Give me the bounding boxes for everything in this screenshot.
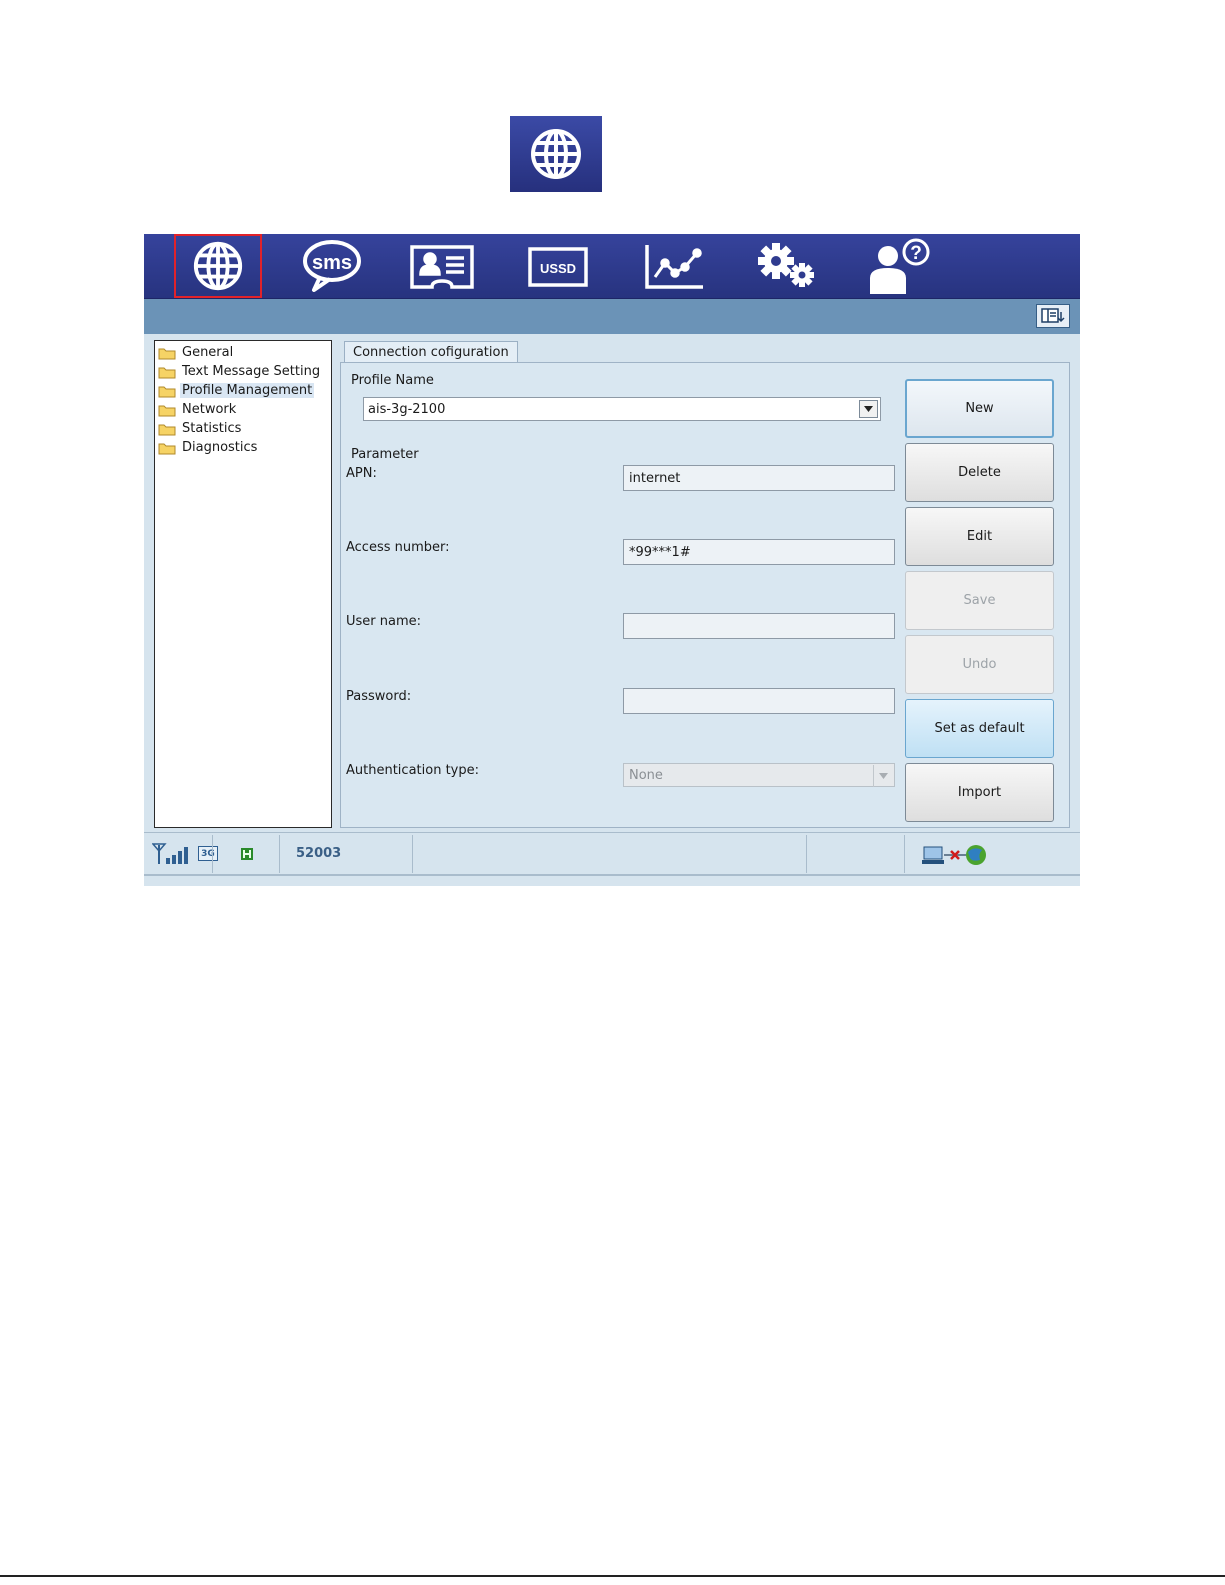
- tree-item-label: Profile Management: [180, 383, 315, 398]
- authentication-type-label: Authentication type:: [346, 763, 479, 778]
- help-icon: ?: [870, 238, 930, 294]
- chevron-down-icon: [873, 765, 893, 787]
- sms-icon-text: sms: [312, 252, 352, 274]
- access-number-input[interactable]: *99***1#: [623, 539, 895, 565]
- contacts-button[interactable]: [402, 234, 482, 298]
- statistics-button[interactable]: [634, 234, 714, 298]
- connection-config-panel: Profile Name ais-3g-2100 Parameter APN: …: [340, 362, 1070, 828]
- tree-item-label: Diagnostics: [182, 440, 258, 455]
- new-button[interactable]: New: [905, 379, 1054, 438]
- save-button[interactable]: Save: [905, 571, 1054, 630]
- folder-open-icon: [158, 386, 176, 397]
- status-bar: 3G 52003: [144, 832, 1080, 876]
- statistics-icon: [645, 245, 703, 289]
- apn-value: internet: [629, 470, 681, 486]
- svg-text:?: ?: [910, 243, 922, 264]
- tab-connection-configuration[interactable]: Connection cofiguration: [344, 341, 518, 363]
- network-type-badge: 3G: [198, 846, 218, 861]
- parameter-group-label: Parameter: [351, 447, 419, 462]
- globe-icon: [510, 116, 602, 192]
- ussd-button[interactable]: USSD: [518, 234, 598, 298]
- profile-name-group-label: Profile Name: [351, 373, 434, 388]
- settings-button[interactable]: [744, 234, 828, 298]
- ussd-icon-text: USSD: [540, 261, 576, 276]
- tree-item-profile-management[interactable]: Profile Management: [155, 381, 331, 400]
- sub-toolbar: [144, 299, 1080, 334]
- user-name-input[interactable]: [623, 613, 895, 639]
- ussd-icon: USSD: [528, 247, 588, 287]
- user-name-label: User name:: [346, 614, 422, 629]
- tree-item-text-message-setting[interactable]: Text Message Setting: [155, 362, 331, 381]
- delete-button[interactable]: Delete: [905, 443, 1054, 502]
- contacts-icon: [410, 245, 474, 289]
- password-label: Password:: [346, 689, 412, 704]
- profile-name-select[interactable]: ais-3g-2100: [363, 397, 881, 421]
- edit-button[interactable]: Edit: [905, 507, 1054, 566]
- access-number-value: *99***1#: [629, 544, 691, 560]
- password-input[interactable]: [623, 688, 895, 714]
- authentication-type-select[interactable]: None: [623, 763, 895, 787]
- minimize-view-button[interactable]: [1036, 304, 1070, 328]
- tree-item-statistics[interactable]: Statistics: [155, 419, 331, 438]
- folder-icon: [158, 405, 176, 416]
- internet-button[interactable]: [174, 234, 262, 298]
- settings-tree: General Text Message Setting Profile Man…: [154, 340, 332, 828]
- globe-icon: [193, 241, 243, 291]
- tree-item-label: Text Message Setting: [182, 364, 321, 379]
- operator-code: 52003: [296, 846, 342, 861]
- tree-item-label: Statistics: [182, 421, 242, 436]
- tree-item-network[interactable]: Network: [155, 400, 331, 419]
- main-toolbar: sms USSD ?: [144, 234, 1080, 299]
- access-number-label: Access number:: [346, 540, 450, 555]
- folder-icon: [158, 424, 176, 435]
- chevron-down-icon[interactable]: [859, 400, 878, 418]
- folder-icon: [158, 443, 176, 454]
- folder-icon: [158, 348, 176, 359]
- apn-label: APN:: [346, 466, 377, 481]
- tree-item-general[interactable]: General: [155, 343, 331, 362]
- profile-name-value: ais-3g-2100: [368, 401, 446, 417]
- tree-item-label: General: [182, 345, 234, 360]
- hsdpa-icon: [241, 848, 253, 860]
- page-divider: [0, 1575, 1225, 1577]
- app-window: sms USSD ? General Text Message Setting …: [144, 234, 1080, 886]
- panel-toggle-icon: [1041, 308, 1065, 323]
- signal-strength-icon: [152, 843, 188, 864]
- sms-icon: sms: [303, 240, 361, 292]
- set-as-default-button[interactable]: Set as default: [905, 699, 1054, 758]
- import-button[interactable]: Import: [905, 763, 1054, 822]
- tree-item-diagnostics[interactable]: Diagnostics: [155, 438, 331, 457]
- folder-icon: [158, 367, 176, 378]
- help-button[interactable]: ?: [856, 234, 940, 298]
- tree-item-label: Network: [182, 402, 237, 417]
- settings-icon: [758, 243, 814, 287]
- undo-button[interactable]: Undo: [905, 635, 1054, 694]
- apn-input[interactable]: internet: [623, 465, 895, 491]
- authentication-type-value: None: [629, 767, 663, 783]
- connection-status-icon: [922, 845, 986, 865]
- tab-label: Connection cofiguration: [353, 345, 509, 360]
- sms-button[interactable]: sms: [292, 234, 372, 298]
